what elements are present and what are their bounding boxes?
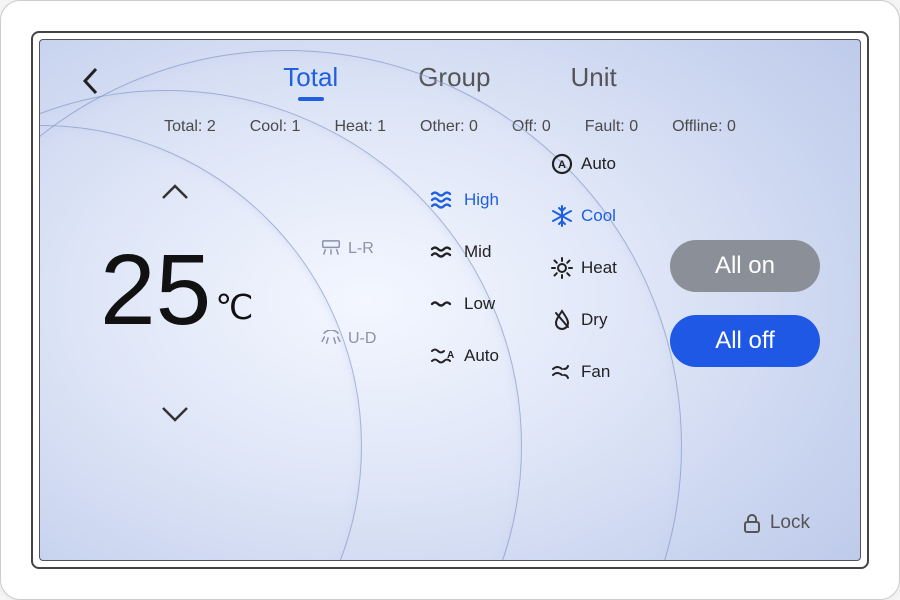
sun-icon: [550, 256, 574, 280]
mode-dry-label: Dry: [581, 310, 607, 330]
mode-fan-label: Fan: [581, 362, 610, 382]
temp-up-button[interactable]: [160, 180, 190, 204]
mode-auto-label: Auto: [581, 154, 616, 174]
waves-mid-icon: [430, 242, 456, 262]
tab-unit[interactable]: Unit: [570, 62, 616, 101]
fan-mid-label: Mid: [464, 242, 491, 262]
fan-speed-column: High Mid Low: [430, 190, 499, 366]
mode-heat[interactable]: Heat: [550, 256, 617, 280]
swing-lr-label: L-R: [348, 240, 374, 258]
lock-button[interactable]: Lock: [742, 512, 810, 534]
temperature-value: 25: [100, 240, 211, 340]
device-frame: Total Group Unit Total: 2 Cool: 1 Heat: …: [0, 0, 900, 600]
lock-label: Lock: [770, 512, 810, 534]
all-off-button[interactable]: All off: [670, 315, 820, 367]
swing-ud-button[interactable]: U-D: [320, 330, 376, 348]
swing-ud-icon: [320, 330, 342, 348]
lock-icon: [742, 512, 762, 534]
swing-lr-icon: [320, 240, 342, 258]
swing-lr-button[interactable]: L-R: [320, 240, 374, 258]
droplet-icon: [550, 308, 574, 332]
svg-text:A: A: [558, 159, 566, 171]
waves-high-icon: [430, 190, 456, 210]
fan-mid[interactable]: Mid: [430, 242, 499, 262]
mode-dry[interactable]: Dry: [550, 308, 617, 332]
fan-high[interactable]: High: [430, 190, 499, 210]
status-offline: Offline: 0: [672, 118, 736, 136]
temperature-unit: ℃: [215, 288, 253, 328]
mode-auto[interactable]: A Auto: [550, 152, 617, 176]
waves-auto-icon: A: [430, 346, 456, 366]
bezel: Total Group Unit Total: 2 Cool: 1 Heat: …: [31, 31, 869, 569]
svg-text:A: A: [447, 350, 454, 361]
all-on-button[interactable]: All on: [670, 240, 820, 292]
swing-ud-label: U-D: [348, 330, 376, 348]
fan-high-label: High: [464, 190, 499, 210]
auto-icon: A: [550, 152, 574, 176]
fan-auto-label: Auto: [464, 346, 499, 366]
mode-cool[interactable]: Cool: [550, 204, 617, 228]
fan-low-label: Low: [464, 294, 495, 314]
temp-down-button[interactable]: [160, 402, 190, 426]
mode-heat-label: Heat: [581, 258, 617, 278]
fan-icon: [550, 360, 574, 384]
mode-fan[interactable]: Fan: [550, 360, 617, 384]
screen: Total Group Unit Total: 2 Cool: 1 Heat: …: [39, 39, 861, 561]
mode-column: A Auto Cool: [550, 152, 617, 384]
temperature-display: 25 ℃: [100, 240, 253, 340]
status-fault: Fault: 0: [585, 118, 638, 136]
fan-auto[interactable]: A Auto: [430, 346, 499, 366]
mode-cool-label: Cool: [581, 206, 616, 226]
snowflake-icon: [550, 204, 574, 228]
waves-low-icon: [430, 294, 456, 314]
fan-low[interactable]: Low: [430, 294, 499, 314]
